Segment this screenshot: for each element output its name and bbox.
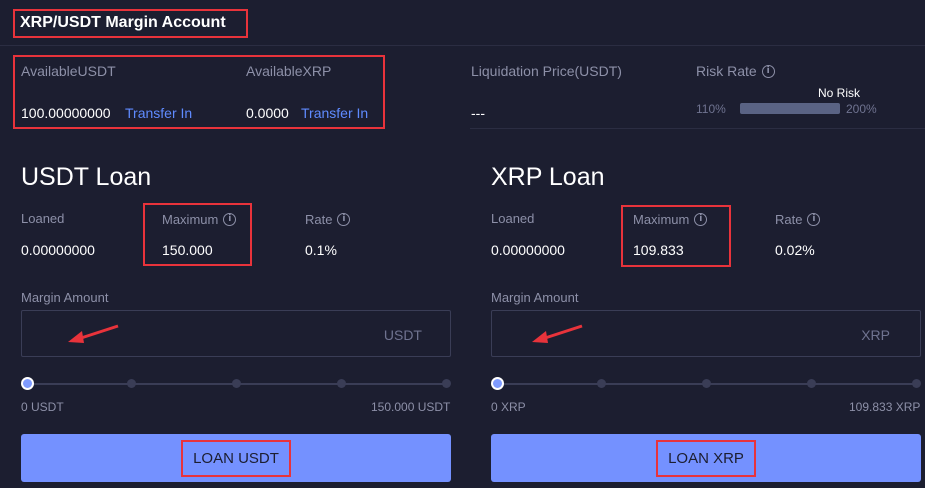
risk-rate-header: Risk Rate i: [696, 63, 775, 81]
xrp-maximum-value: 109.833: [633, 242, 684, 258]
usdt-margin-amount-input[interactable]: USDT: [21, 310, 451, 357]
xrp-margin-amount-label: Margin Amount: [491, 290, 579, 305]
xrp-slider-handle[interactable]: [491, 377, 504, 390]
available-xrp-value: 0.0000: [246, 105, 289, 121]
summary-divider: [470, 128, 925, 129]
usdt-rate-value: 0.1%: [305, 242, 337, 258]
xrp-slider-step[interactable]: [597, 379, 606, 388]
liquidation-price-label: Liquidation Price(USDT): [471, 63, 622, 79]
transfer-in-xrp-link[interactable]: Transfer In: [301, 105, 368, 121]
usdt-loaned-label: Loaned: [21, 211, 65, 226]
transfer-in-usdt-link[interactable]: Transfer In: [125, 105, 192, 121]
usdt-margin-amount-label: Margin Amount: [21, 290, 109, 305]
usdt-loaned-value: 0.00000000: [21, 242, 95, 258]
usdt-rate-header: Rate i: [305, 211, 351, 229]
risk-rate-bar: [740, 103, 840, 114]
header-divider: [0, 45, 925, 46]
usdt-slider-step[interactable]: [232, 379, 241, 388]
xrp-loan-title: XRP Loan: [491, 163, 605, 191]
usdt-rate-label: Rate: [305, 212, 333, 227]
usdt-slider-step[interactable]: [127, 379, 136, 388]
xrp-slider-step[interactable]: [807, 379, 816, 388]
usdt-slider-max: 150.000 USDT: [371, 400, 451, 414]
usdt-slider-step[interactable]: [442, 379, 451, 388]
risk-rate-label: Risk Rate: [696, 63, 757, 79]
usdt-maximum-value: 150.000: [162, 242, 213, 258]
xrp-slider-step[interactable]: [912, 379, 921, 388]
xrp-unit-label: XRP: [861, 327, 890, 343]
info-icon[interactable]: i: [223, 213, 237, 227]
xrp-slider-min: 0 XRP: [491, 400, 526, 414]
usdt-unit-label: USDT: [383, 327, 422, 343]
red-arrow-annotation: [68, 324, 119, 343]
loan-xrp-label: LOAN XRP: [656, 439, 756, 477]
usdt-maximum-label: Maximum: [162, 212, 219, 227]
xrp-slider-max: 109.833 XRP: [849, 400, 921, 414]
usdt-maximum-header: Maximum i: [162, 211, 237, 229]
xrp-rate-value: 0.02%: [775, 242, 815, 258]
xrp-rate-header: Rate i: [775, 211, 821, 229]
available-xrp-label: AvailableXRP: [246, 63, 332, 79]
usdt-loan-title: USDT Loan: [21, 163, 152, 191]
info-icon[interactable]: i: [337, 213, 351, 227]
red-arrow-annotation: [532, 324, 583, 343]
usdt-slider-min: 0 USDT: [21, 400, 64, 414]
risk-min-label: 110%: [696, 102, 726, 116]
info-icon[interactable]: i: [761, 65, 775, 79]
xrp-maximum-header: Maximum i: [633, 211, 708, 229]
loan-xrp-button[interactable]: LOAN XRP: [491, 434, 921, 482]
loan-usdt-label: LOAN USDT: [181, 439, 291, 477]
page-title: XRP/USDT Margin Account: [20, 14, 226, 31]
xrp-margin-amount-input[interactable]: XRP: [491, 310, 921, 357]
xrp-loaned-value: 0.00000000: [491, 242, 565, 258]
usdt-slider-step[interactable]: [337, 379, 346, 388]
xrp-slider-step[interactable]: [702, 379, 711, 388]
liquidation-price-value: ---: [471, 105, 485, 121]
usdt-slider-handle[interactable]: [21, 377, 34, 390]
risk-status: No Risk: [818, 86, 861, 100]
info-icon[interactable]: i: [694, 213, 708, 227]
xrp-maximum-label: Maximum: [633, 212, 690, 227]
xrp-loaned-label: Loaned: [491, 211, 535, 226]
risk-max-label: 200%: [846, 102, 877, 116]
loan-usdt-button[interactable]: LOAN USDT: [21, 434, 451, 482]
available-usdt-label: AvailableUSDT: [21, 63, 116, 79]
available-usdt-value: 100.00000000: [21, 105, 111, 121]
xrp-rate-label: Rate: [775, 212, 803, 227]
info-icon[interactable]: i: [807, 213, 821, 227]
